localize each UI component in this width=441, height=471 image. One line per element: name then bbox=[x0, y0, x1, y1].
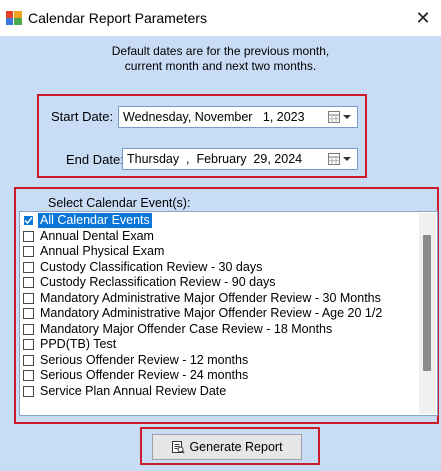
checkbox[interactable] bbox=[23, 292, 34, 304]
info-line-2: current month and next two months. bbox=[124, 59, 317, 73]
list-item-label: PPD(TB) Test bbox=[40, 337, 117, 351]
title-bar: Calendar Report Parameters ✕ bbox=[0, 0, 441, 36]
list-item[interactable]: PPD(TB) Test bbox=[22, 337, 418, 352]
list-item-label: All Calendar Events bbox=[38, 213, 152, 228]
calendar-events-list[interactable]: All Calendar Events Annual Dental Exam Ann… bbox=[19, 211, 438, 416]
list-item[interactable]: Annual Dental Exam bbox=[22, 229, 418, 244]
chevron-down-icon bbox=[343, 157, 351, 161]
list-item[interactable]: Custody Classification Review - 30 days bbox=[22, 260, 418, 275]
chevron-down-icon bbox=[343, 115, 351, 119]
close-button[interactable]: ✕ bbox=[405, 0, 441, 36]
checkbox[interactable] bbox=[23, 385, 34, 397]
list-item-label: Service Plan Annual Review Date bbox=[40, 383, 227, 398]
list-item-label: Mandatory Administrative Major Offender … bbox=[40, 290, 381, 305]
checkbox[interactable] bbox=[23, 354, 34, 366]
start-date-picker[interactable]: Wednesday, November 1, 2023 bbox=[118, 106, 358, 128]
app-window-icon bbox=[6, 11, 22, 25]
list-item[interactable]: Mandatory Administrative Major Offender … bbox=[22, 306, 418, 321]
list-item-label: Annual Physical Exam bbox=[40, 244, 165, 258]
calendar-icon bbox=[328, 153, 340, 165]
list-item-label: Serious Offender Review - 12 months bbox=[40, 352, 249, 367]
list-item-label: Mandatory Major Offender Case Review - 1… bbox=[40, 321, 333, 336]
checkbox[interactable] bbox=[23, 370, 34, 381]
list-item[interactable]: Mandatory Administrative Major Offender … bbox=[22, 291, 418, 306]
checkbox[interactable] bbox=[23, 261, 34, 273]
scrollbar-thumb[interactable] bbox=[423, 235, 431, 371]
checkbox-checked[interactable] bbox=[23, 215, 34, 226]
list-item-label: Serious Offender Review - 24 months bbox=[40, 368, 249, 382]
list-item-label: Custody Classification Review - 30 days bbox=[40, 259, 263, 274]
end-date-value: Thursday , February 29, 2024 bbox=[127, 152, 303, 166]
list-item-label: Custody Reclassification Review - 90 day… bbox=[40, 275, 276, 289]
end-date-label: End Date: bbox=[66, 152, 124, 167]
generate-report-button[interactable]: Generate Report bbox=[152, 434, 302, 460]
checkbox[interactable] bbox=[23, 277, 34, 288]
window-title: Calendar Report Parameters bbox=[28, 10, 207, 26]
checkbox[interactable] bbox=[23, 339, 34, 350]
start-date-value: Wednesday, November 1, 2023 bbox=[123, 110, 305, 124]
list-item[interactable]: Service Plan Annual Review Date bbox=[22, 384, 418, 399]
start-date-dropdown-button[interactable] bbox=[328, 110, 354, 124]
events-label: Select Calendar Event(s): bbox=[48, 196, 191, 210]
list-item[interactable]: Annual Physical Exam bbox=[22, 244, 418, 259]
list-item[interactable]: Mandatory Major Offender Case Review - 1… bbox=[22, 322, 418, 337]
list-item[interactable]: Serious Offender Review - 12 months bbox=[22, 353, 418, 368]
checkmark-icon bbox=[24, 217, 33, 225]
end-date-dropdown-button[interactable] bbox=[328, 152, 354, 166]
report-icon bbox=[172, 441, 185, 454]
list-item[interactable]: Custody Reclassification Review - 90 day… bbox=[22, 275, 418, 290]
close-icon: ✕ bbox=[415, 7, 431, 29]
checkbox[interactable] bbox=[23, 308, 34, 319]
checkbox[interactable] bbox=[23, 323, 34, 335]
generate-report-label: Generate Report bbox=[189, 440, 283, 454]
end-date-picker[interactable]: Thursday , February 29, 2024 bbox=[122, 148, 358, 170]
list-scrollbar[interactable] bbox=[419, 213, 436, 414]
info-text: Default dates are for the previous month… bbox=[0, 44, 441, 74]
checkbox[interactable] bbox=[23, 246, 34, 257]
list-item-label: Mandatory Administrative Major Offender … bbox=[40, 306, 383, 320]
calendar-icon bbox=[328, 111, 340, 123]
list-item-label: Annual Dental Exam bbox=[40, 228, 154, 243]
start-date-label: Start Date: bbox=[51, 109, 114, 124]
list-item[interactable]: Serious Offender Review - 24 months bbox=[22, 368, 418, 383]
calendar-report-dialog: Calendar Report Parameters ✕ Default dat… bbox=[0, 0, 441, 471]
list-item[interactable]: All Calendar Events bbox=[22, 213, 418, 228]
checkbox[interactable] bbox=[23, 230, 34, 242]
info-line-1: Default dates are for the previous month… bbox=[111, 44, 330, 58]
